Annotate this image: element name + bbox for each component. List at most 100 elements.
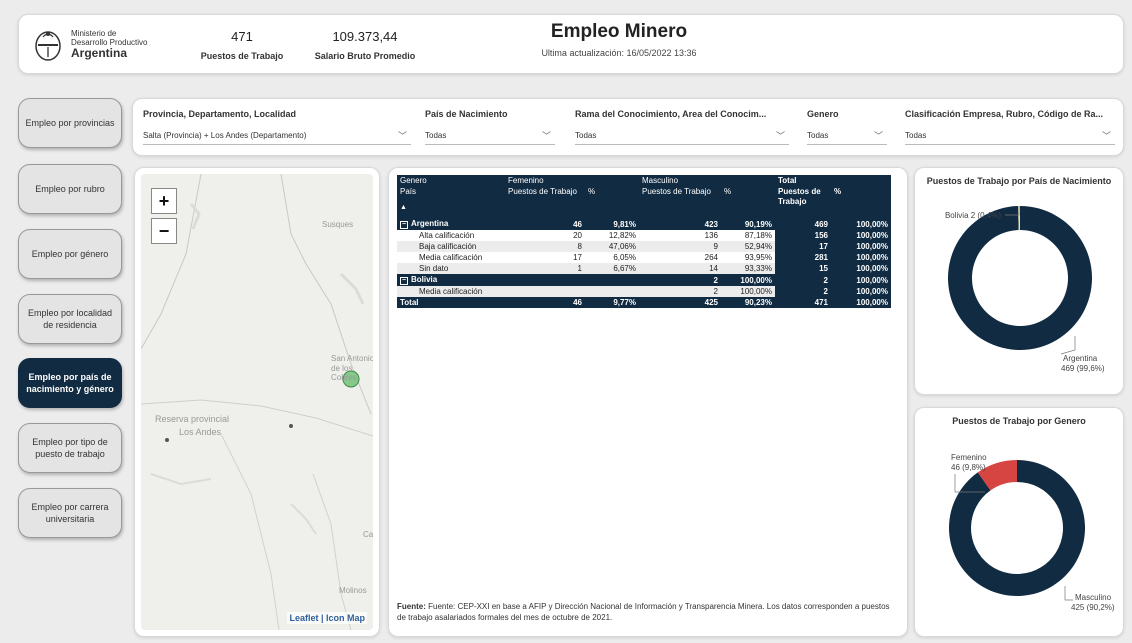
cell-t_p: 100,00% — [831, 274, 891, 286]
cell-t_n: 2 — [775, 286, 831, 297]
filter-dropdown[interactable]: Salta (Provincia) + Los Andes (Departame… — [143, 127, 411, 145]
page-title: Empleo Minero — [550, 21, 688, 42]
data-label: 469 (99,6%) — [1061, 364, 1105, 373]
data-label: Masculino — [1075, 593, 1112, 602]
cell-m_n: 2 — [639, 274, 721, 286]
filter-clasificacion[interactable]: Clasificación Empresa, Rubro, Código de … — [905, 109, 1115, 145]
map-label: Molinos — [339, 586, 367, 595]
cell-t_p: 100,00% — [831, 241, 891, 252]
row-label: Media calificación — [397, 286, 505, 297]
kpi-salario-value: 109.373,44 — [332, 29, 398, 44]
cell-m_p: 52,94% — [721, 241, 775, 252]
nav-empleo-localidad[interactable]: Empleo por localidad de residencia — [18, 294, 122, 344]
kpi-salario-label: Salario Bruto Promedio — [314, 51, 416, 61]
cell-m_n: 14 — [639, 263, 721, 274]
chevron-down-icon: ﹀ — [541, 131, 551, 141]
cell-t_n: 17 — [775, 241, 831, 252]
total-row[interactable]: Total 46 9,77% 425 90,23% 471 100,00% — [397, 297, 891, 308]
table-row[interactable]: Media calificación 2 100,00% 2 100,00% — [397, 286, 891, 297]
filter-dropdown[interactable]: Todas ﹀ — [575, 127, 789, 145]
table-row[interactable]: Media calificación 17 6,05% 264 93,95% 281 100… — [397, 252, 891, 263]
cell-t_p: 100,00% — [831, 218, 891, 230]
filter-dropdown[interactable]: Todas ﹀ — [807, 127, 887, 145]
group-row[interactable]: − Argentina 46 9,81% 423 90,19% 469 100,00% — [397, 218, 891, 230]
zoom-in-button[interactable]: + — [151, 188, 177, 214]
table-row[interactable]: Sin dato 1 6,67% 14 93,33% 15 100,00% — [397, 263, 891, 274]
cell-f_p: 6,67% — [585, 263, 639, 274]
chevron-down-icon: ﹀ — [775, 131, 785, 141]
cell-f_p — [585, 286, 639, 297]
map-label: San Antonio de los Cobres — [331, 354, 373, 383]
map-attribution[interactable]: Leaflet | Icon Map — [287, 612, 367, 624]
group-row[interactable]: − Bolivia 2 100,00% 2 100,00% — [397, 274, 891, 286]
nav-empleo-tipo-puesto[interactable]: Empleo por tipo de puesto de trabajo — [18, 423, 122, 473]
filter-dropdown[interactable]: Todas ﹀ — [425, 127, 555, 145]
collapse-icon[interactable]: − — [400, 277, 408, 285]
donut-chart-pais[interactable]: Bolivia 2 (0,4%) Argentina469 (99,6%) — [915, 168, 1125, 396]
col-genero: Genero — [397, 175, 505, 186]
kpi-puestos-value: 471 — [231, 29, 253, 44]
map-label: Reserva provincial — [155, 414, 230, 424]
nav-empleo-carrera[interactable]: Empleo por carrera universitaria — [18, 488, 122, 538]
cell-m_n: 425 — [639, 297, 721, 308]
nav-empleo-rubro[interactable]: Empleo por rubro — [18, 164, 122, 214]
source-note: Fuente: Fuente: CEP-XXI en base a AFIP y… — [397, 602, 890, 623]
sort-asc-icon[interactable]: ▲ — [400, 204, 502, 211]
cell-f_p: 9,81% — [585, 218, 639, 230]
matrix-table: Genero Femenino Masculino Total País ▲ Pu… — [397, 175, 891, 308]
ministry-logo: Ministerio de Desarrollo Productivo Arge… — [33, 27, 147, 63]
data-label: 46 (9,8%) — [951, 463, 986, 472]
collapse-icon[interactable]: − — [400, 221, 408, 229]
filter-label: Provincia, Departamento, Localidad — [143, 109, 297, 119]
filter-rama[interactable]: Rama del Conocimiento, Area del Conocim.… — [575, 109, 789, 145]
zoom-out-button[interactable]: − — [151, 218, 177, 244]
last-update: Ultima actualización: 16/05/2022 13:36 — [541, 48, 697, 58]
row-label: − Argentina — [397, 218, 505, 230]
sub-pct[interactable]: % — [721, 186, 775, 218]
sub-puestos[interactable]: Puestos de Trabajo — [639, 186, 721, 218]
page-title-block: Empleo Minero Ultima actualización: 16/0… — [469, 21, 769, 58]
filters-bar: Provincia, Departamento, Localidad Salta… — [132, 98, 1124, 156]
cell-t_p: 100,00% — [831, 263, 891, 274]
cell-m_n: 9 — [639, 241, 721, 252]
kpi-puestos: 471 Puestos de Trabajo — [187, 29, 297, 61]
header-bar: Ministerio de Desarrollo Productivo Arge… — [18, 14, 1124, 74]
cell-t_n: 469 — [775, 218, 831, 230]
sub-total-puestos[interactable]: Puestos de Trabajo — [775, 186, 831, 218]
nav-empleo-pais-nacimiento[interactable]: Empleo por país de nacimiento y género — [18, 358, 122, 408]
row-label: Baja calificación — [397, 241, 505, 252]
cell-f_p — [585, 274, 639, 286]
sub-total-pct[interactable]: % — [831, 186, 891, 218]
col-total[interactable]: Total — [775, 175, 891, 186]
table-row[interactable]: Baja calificación 8 47,06% 9 52,94% 17 100,00% — [397, 241, 891, 252]
cell-f_n: 8 — [505, 241, 585, 252]
row-label: Sin dato — [397, 263, 505, 274]
cell-m_p: 90,19% — [721, 218, 775, 230]
donut-chart-genero[interactable]: Femenino46 (9,8%) Masculino425 (90,2%) — [915, 408, 1125, 638]
cell-m_p: 93,95% — [721, 252, 775, 263]
filter-provincia[interactable]: Provincia, Departamento, Localidad Salta… — [143, 109, 411, 145]
nav-empleo-genero[interactable]: Empleo por género — [18, 229, 122, 279]
row-pais-header[interactable]: País ▲ — [397, 186, 505, 218]
sub-pct[interactable]: % — [585, 186, 639, 218]
cell-f_n: 20 — [505, 230, 585, 241]
cell-t_n: 15 — [775, 263, 831, 274]
cell-f_n: 46 — [505, 297, 585, 308]
col-masculino[interactable]: Masculino — [639, 175, 775, 186]
subheader-row: País ▲ Puestos de Trabajo % Puestos de Tr… — [397, 186, 891, 218]
table-row[interactable]: Alta calificación 20 12,82% 136 87,18% 156 100… — [397, 230, 891, 241]
cell-f_n — [505, 274, 585, 286]
cell-t_p: 100,00% — [831, 230, 891, 241]
filter-dropdown[interactable]: Todas ﹀ — [905, 127, 1115, 145]
filter-pais[interactable]: País de Nacimiento Todas ﹀ — [425, 109, 555, 145]
nav-empleo-provincias[interactable]: Empleo por provincias — [18, 98, 122, 148]
filter-label: Rama del Conocimiento, Area del Conocim.… — [575, 109, 767, 119]
matrix-panel: Genero Femenino Masculino Total País ▲ Pu… — [388, 167, 908, 637]
chart-pais-panel: Puestos de Trabajo por País de Nacimient… — [914, 167, 1124, 395]
sub-puestos[interactable]: Puestos de Trabajo — [505, 186, 585, 218]
col-femenino[interactable]: Femenino — [505, 175, 639, 186]
map-canvas[interactable]: + − Susques San Antonio de los Cobres Re… — [141, 174, 373, 630]
cell-m_p: 100,00% — [721, 274, 775, 286]
filter-genero[interactable]: Genero Todas ﹀ — [807, 109, 887, 145]
cell-m_n: 136 — [639, 230, 721, 241]
